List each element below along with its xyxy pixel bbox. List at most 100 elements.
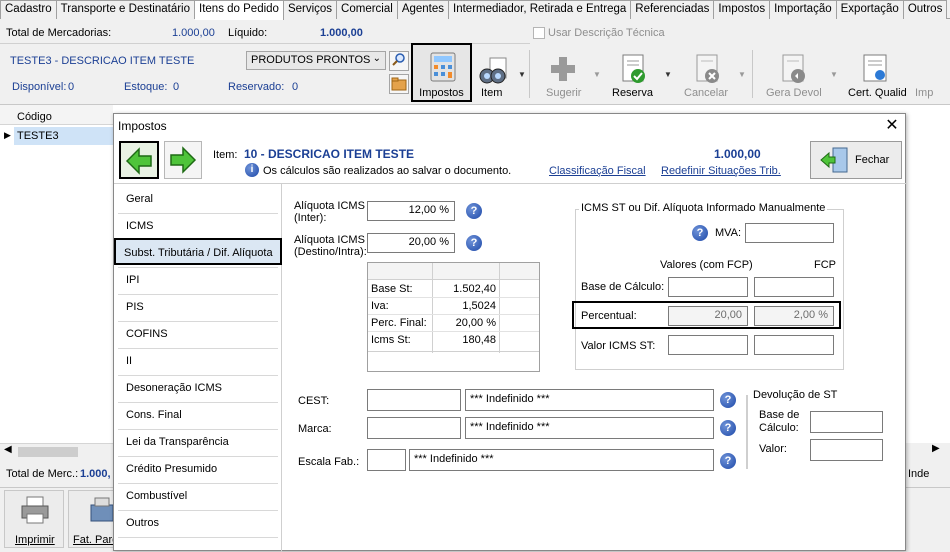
- nav-geral[interactable]: Geral: [118, 186, 278, 212]
- tab-outros[interactable]: Outros: [903, 0, 948, 19]
- horizontal-scrollbar[interactable]: ◀: [0, 443, 113, 459]
- search-icon[interactable]: [389, 51, 409, 71]
- fat-parc-label: Fat. Parc: [73, 534, 114, 546]
- grupo-select-value: PRODUTOS PRONTOS: [251, 54, 371, 66]
- scroll-left-icon[interactable]: ◀: [4, 444, 12, 455]
- help-icon[interactable]: ?: [466, 203, 482, 219]
- valor-icms-st-field[interactable]: [668, 335, 748, 355]
- impostos-label: Impostos: [419, 87, 464, 99]
- grupo-select[interactable]: PRODUTOS PRONTOS ⌄: [246, 51, 386, 70]
- tab-comercial[interactable]: Comercial: [337, 0, 398, 19]
- cancelar-button[interactable]: Cancelar: [680, 50, 734, 102]
- scroll-thumb[interactable]: [18, 447, 78, 457]
- nav-credito-presumido[interactable]: Crédito Presumido: [118, 456, 278, 482]
- item-dropdown-arrow[interactable]: ▼: [518, 70, 526, 79]
- impostos-dialog: Impostos ✕ Item: 10 - DESCRICAO ITEM TES…: [113, 113, 907, 552]
- total-mercadorias-label: Total de Mercadorias:: [6, 27, 112, 39]
- total-merc-label: Total de Merc.:: [6, 468, 79, 480]
- devol-base-field[interactable]: [810, 411, 883, 433]
- mva-field[interactable]: [745, 223, 834, 243]
- nav-ii[interactable]: II: [118, 348, 278, 374]
- devolucao-st-group: [746, 395, 748, 469]
- nav-desoneracao-icms[interactable]: Desoneração ICMS: [118, 375, 278, 401]
- tab-intermediador[interactable]: Intermediador, Retirada e Entrega: [449, 0, 632, 19]
- imprimir-label: Imprimir: [15, 534, 55, 546]
- cancelar-dropdown-arrow[interactable]: ▼: [738, 70, 746, 79]
- reserva-button[interactable]: Reserva: [608, 50, 658, 102]
- base-calculo-field[interactable]: [668, 277, 748, 297]
- grid-header-codigo[interactable]: Código: [17, 111, 52, 123]
- tab-servicos[interactable]: Serviços: [283, 0, 338, 19]
- nav-pis[interactable]: PIS: [118, 294, 278, 320]
- aliq-destino-field[interactable]: 20,00 %: [367, 233, 455, 253]
- nav-subst-tributaria[interactable]: Subst. Tributária / Dif. Alíquota: [114, 238, 282, 265]
- redefinir-situacoes-link[interactable]: Redefinir Situações Trib.: [661, 165, 781, 177]
- sugerir-dropdown-arrow[interactable]: ▼: [593, 70, 601, 79]
- fechar-button[interactable]: Fechar: [810, 141, 902, 179]
- gera-devol-button[interactable]: Gera Devol: [762, 50, 824, 102]
- tab-agentes[interactable]: Agentes: [397, 0, 450, 19]
- row-pointer-icon: ▶: [4, 130, 11, 140]
- gera-devol-dropdown-arrow[interactable]: ▼: [830, 70, 838, 79]
- previous-button[interactable]: [119, 141, 159, 179]
- tab-exportacao[interactable]: Exportação: [836, 0, 904, 19]
- toolbar-separator: [752, 50, 753, 98]
- nav-lei-transparencia[interactable]: Lei da Transparência: [118, 429, 278, 455]
- help-icon[interactable]: ?: [720, 453, 736, 469]
- scroll-right-icon[interactable]: ▶: [932, 443, 940, 454]
- nav-icms[interactable]: ICMS: [118, 213, 278, 239]
- grid-row-codigo[interactable]: TESTE3: [17, 130, 59, 142]
- disponivel-value: 0: [68, 81, 75, 93]
- st-calc-table: Base St: 1.502,40 Iva: 1,5024 Perc. Fina…: [367, 262, 540, 372]
- close-icon[interactable]: ✕: [882, 116, 902, 136]
- tab-referenciadas[interactable]: Referenciadas: [631, 0, 715, 19]
- percentual-fcp-field[interactable]: 2,00 %: [754, 306, 834, 326]
- aliq-inter-field[interactable]: 12,00 %: [367, 201, 455, 221]
- sugerir-button[interactable]: Sugerir: [540, 50, 586, 102]
- nav-combustivel[interactable]: Combustível: [118, 483, 278, 509]
- nav-cons-final[interactable]: Cons. Final: [118, 402, 278, 428]
- impostos-button[interactable]: Impostos: [411, 43, 472, 102]
- fat-parc-button[interactable]: Fat. Parc: [68, 490, 114, 548]
- usar-descricao-checkbox[interactable]: [533, 27, 545, 39]
- help-icon[interactable]: ?: [720, 392, 736, 408]
- calculator-icon: [430, 52, 456, 82]
- tab-cadastro[interactable]: Cadastro: [0, 0, 57, 19]
- cert-qualid-button[interactable]: Cert. Qualid: [845, 50, 909, 102]
- col-fcp-label: FCP: [814, 259, 836, 271]
- item-button[interactable]: Item: [475, 50, 515, 102]
- info-text: Os cálculos são realizados ao salvar o d…: [263, 165, 512, 177]
- classificacao-fiscal-link[interactable]: Classificação Fiscal: [549, 165, 646, 177]
- cancelar-label: Cancelar: [684, 87, 729, 99]
- scroll-right-area[interactable]: ▶: [906, 443, 950, 459]
- help-icon[interactable]: ?: [692, 225, 708, 241]
- iva-value: 1,5024: [462, 300, 496, 312]
- nav-cofins[interactable]: COFINS: [118, 321, 278, 347]
- folder-icon[interactable]: [389, 74, 409, 94]
- base-calculo-fcp-field[interactable]: [754, 277, 834, 297]
- document-cancel-icon: [696, 54, 719, 83]
- cest-field[interactable]: [367, 389, 461, 411]
- tab-itens-pedido[interactable]: Itens do Pedido: [195, 0, 284, 20]
- tab-impostos[interactable]: Impostos: [714, 0, 771, 19]
- col-valores-label: Valores (com FCP): [660, 259, 753, 271]
- next-button[interactable]: [164, 141, 202, 179]
- cert-qualid-label: Cert. Qualid: [848, 87, 907, 99]
- imprimir-button[interactable]: Imprimir: [4, 490, 64, 548]
- percentual-field[interactable]: 20,00: [668, 306, 748, 326]
- devol-valor-field[interactable]: [810, 439, 883, 461]
- marca-field[interactable]: [367, 417, 461, 439]
- valor-icms-st-fcp-field[interactable]: [754, 335, 834, 355]
- tab-importacao[interactable]: Importação: [770, 0, 837, 19]
- document-return-icon: [782, 54, 805, 83]
- nav-ipi[interactable]: IPI: [118, 267, 278, 293]
- aliq-inter-label: Alíquota ICMS (Inter):: [294, 200, 365, 224]
- perc-final-value: 20,00 %: [455, 317, 496, 329]
- tab-transporte[interactable]: Transporte e Destinatário: [56, 0, 196, 19]
- escala-field[interactable]: [367, 449, 406, 471]
- nav-outros[interactable]: Outros: [118, 510, 278, 536]
- help-icon[interactable]: ?: [720, 420, 736, 436]
- help-icon[interactable]: ?: [466, 235, 482, 251]
- reserva-dropdown-arrow[interactable]: ▼: [664, 70, 672, 79]
- usar-descricao-label: Usar Descrição Técnica: [548, 27, 665, 39]
